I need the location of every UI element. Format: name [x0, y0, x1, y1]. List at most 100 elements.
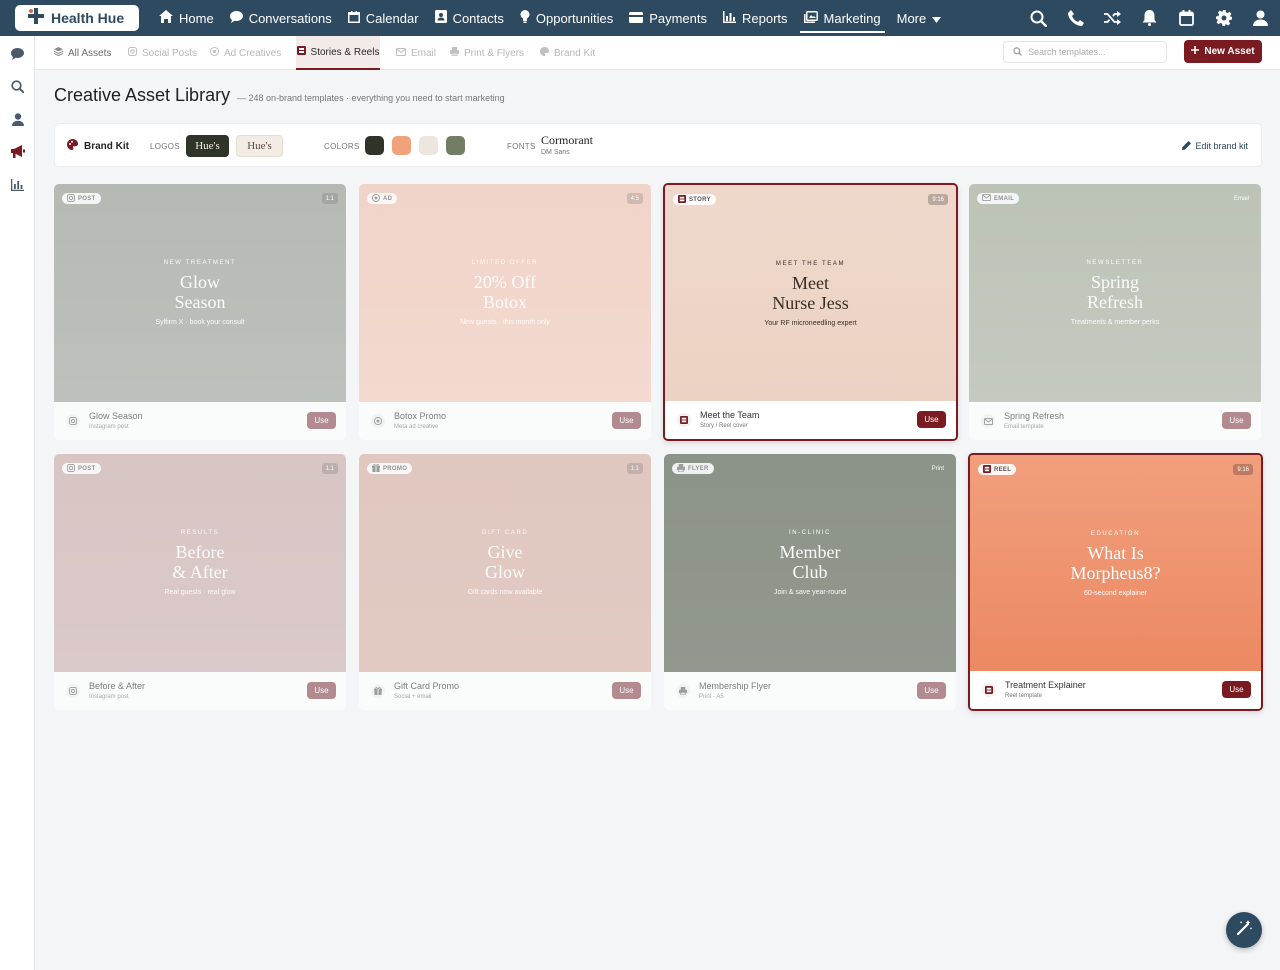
use-template-button[interactable]: Use [612, 682, 641, 699]
tab-label: All Assets [68, 47, 112, 59]
color-swatch-1[interactable] [365, 136, 384, 155]
card-preview[interactable]: FLYER Print IN-CLINIC Member Club Join & save… [664, 454, 956, 672]
page-title: Creative Asset Library [54, 85, 231, 105]
user-icon[interactable] [1251, 9, 1270, 28]
card-headline: Member Club [664, 542, 956, 582]
use-template-button[interactable]: Use [612, 412, 641, 429]
edit-brand-kit-link[interactable]: Edit brand kit [1182, 124, 1248, 168]
card-type: Reel template [1005, 693, 1043, 699]
card-preview[interactable]: STORY 9:16 MEET THE TEAM Meet Nurse Jess Your… [665, 185, 956, 401]
card-preview[interactable]: POST 1:1 NEW TREATMENT Glow Season Sylfirm X … [54, 184, 346, 402]
lightbulb-icon [520, 10, 530, 26]
calendar-icon[interactable] [1177, 9, 1196, 28]
asset-card[interactable]: PROMO 1:1 GIFT CARD Give Glow Gift cards now … [359, 454, 651, 710]
card-kicker: LIMITED OFFER [471, 260, 539, 266]
asset-card[interactable]: AD 4:5 LIMITED OFFER 20% Off Botox New guests… [359, 184, 651, 440]
card-type: Meta ad creative [394, 424, 439, 430]
tab-brand-kit[interactable]: Brand Kit [540, 36, 595, 70]
tab-all-assets[interactable]: All Assets [53, 36, 112, 70]
badge-label: REEL [994, 466, 1012, 473]
logos-label-wrap: LOGOS [150, 124, 180, 168]
nav-opportunities[interactable]: Opportunities [512, 0, 621, 36]
card-headline: 20% Off Botox [359, 272, 651, 312]
chat-icon[interactable] [10, 46, 25, 61]
nav-more[interactable]: More [889, 0, 950, 36]
card-preview[interactable]: AD 4:5 LIMITED OFFER 20% Off Botox New guests… [359, 184, 651, 402]
app-logo[interactable]: Health Hue [15, 5, 139, 31]
gear-icon[interactable] [1214, 9, 1233, 28]
palette-icon [67, 137, 78, 155]
tab-ad-creatives[interactable]: Ad Creatives [210, 36, 281, 70]
asset-card[interactable]: FLYER Print IN-CLINIC Member Club Join & save… [664, 454, 956, 710]
asset-card[interactable]: POST 1:1 NEW TREATMENT Glow Season Sylfirm X … [54, 184, 346, 440]
template-search-input[interactable]: Search templates... [1003, 41, 1167, 63]
card-preview[interactable]: POST 1:1 RESULTS Before & After Real guests ·… [54, 454, 346, 672]
tab-social-posts[interactable]: Social Posts [128, 36, 197, 70]
nav-marketing[interactable]: Marketing [796, 0, 889, 36]
assistant-fab[interactable] [1226, 912, 1262, 948]
pencil-icon [1182, 137, 1192, 155]
nav-home[interactable]: Home [151, 0, 222, 36]
nav-payments[interactable]: Payments [621, 0, 715, 36]
film-icon [677, 413, 691, 427]
card-tagline: Treatments & member perks [1070, 319, 1160, 326]
chart-icon[interactable] [10, 177, 25, 192]
search-icon[interactable] [1029, 9, 1048, 28]
chat-icon [229, 10, 243, 26]
asset-card[interactable]: EMAIL Email NEWSLETTER Spring Refresh Treatme… [969, 184, 1261, 440]
use-template-button[interactable]: Use [1222, 412, 1251, 429]
nav-contacts[interactable]: Contacts [427, 0, 512, 36]
asset-card[interactable]: POST 1:1 RESULTS Before & After Real guests ·… [54, 454, 346, 710]
headline-line-2: Botox [482, 292, 527, 312]
logo-light-variant[interactable]: Hue's [236, 135, 283, 157]
logo-light-wrap: Hue's [236, 124, 283, 168]
nav-calendar[interactable]: Calendar [340, 0, 427, 36]
card-headline: Meet Nurse Jess [665, 273, 956, 313]
card-preview[interactable]: EMAIL Email NEWSLETTER Spring Refresh Treatme… [969, 184, 1261, 402]
card-tagline: Your RF microneedling expert [764, 320, 857, 327]
card-preview[interactable]: REEL 9:16 EDUCATION What Is Morpheus8? 60-sec… [970, 455, 1261, 671]
bar-chart-icon [723, 10, 737, 26]
color-swatch-4[interactable] [446, 136, 465, 155]
use-template-button[interactable]: Use [307, 412, 336, 429]
main-nav: Home Conversations Calendar Contacts Opp… [151, 0, 949, 36]
logo-cross-icon [27, 7, 45, 30]
instagram-icon [67, 193, 75, 204]
headline-line-2: Glow [485, 562, 525, 582]
user-icon[interactable] [10, 112, 25, 127]
card-footer: Spring Refresh Email template Use [969, 402, 1261, 440]
use-template-button[interactable]: Use [1222, 681, 1251, 698]
nav-conversations[interactable]: Conversations [222, 0, 340, 36]
color-swatch-3[interactable] [419, 136, 438, 155]
color-swatch-2[interactable] [392, 136, 411, 155]
calendar-icon [347, 10, 360, 26]
contacts-icon [434, 10, 447, 26]
tab-stories-reels[interactable]: Stories & Reels [296, 36, 380, 70]
card-type-badge: FLYER [672, 463, 714, 474]
gift-icon [371, 684, 385, 698]
tab-email[interactable]: Email [396, 36, 436, 70]
page-subtitle: — 248 on-brand templates · everything yo… [237, 93, 505, 103]
megaphone-icon[interactable] [10, 144, 25, 159]
shuffle-icon[interactable] [1103, 9, 1122, 28]
search-placeholder: Search templates... [1028, 47, 1106, 57]
headline-line-1: Meet [792, 273, 829, 293]
use-template-button[interactable]: Use [917, 682, 946, 699]
card-name: Gift Card Promo [394, 681, 460, 691]
logo-dark-variant[interactable]: Hue's [186, 135, 229, 157]
new-asset-button[interactable]: New Asset [1184, 40, 1262, 63]
card-preview[interactable]: PROMO 1:1 GIFT CARD Give Glow Gift cards now … [359, 454, 651, 672]
asset-card[interactable]: REEL 9:16 EDUCATION What Is Morpheus8? 60-sec… [968, 453, 1263, 711]
bell-icon[interactable] [1140, 9, 1159, 28]
tab-print-flyers[interactable]: Print & Flyers [450, 36, 524, 70]
search-icon[interactable] [10, 79, 25, 94]
use-template-button[interactable]: Use [917, 411, 946, 428]
card-type: Instagram post [89, 424, 129, 430]
phone-icon[interactable] [1066, 9, 1085, 28]
tab-label: Brand Kit [554, 47, 596, 59]
target-icon [372, 193, 380, 204]
card-footer: Botox Promo Meta ad creative Use [359, 402, 651, 440]
asset-card[interactable]: STORY 9:16 MEET THE TEAM Meet Nurse Jess Your… [663, 183, 958, 441]
use-template-button[interactable]: Use [307, 682, 336, 699]
nav-reports[interactable]: Reports [715, 0, 796, 36]
